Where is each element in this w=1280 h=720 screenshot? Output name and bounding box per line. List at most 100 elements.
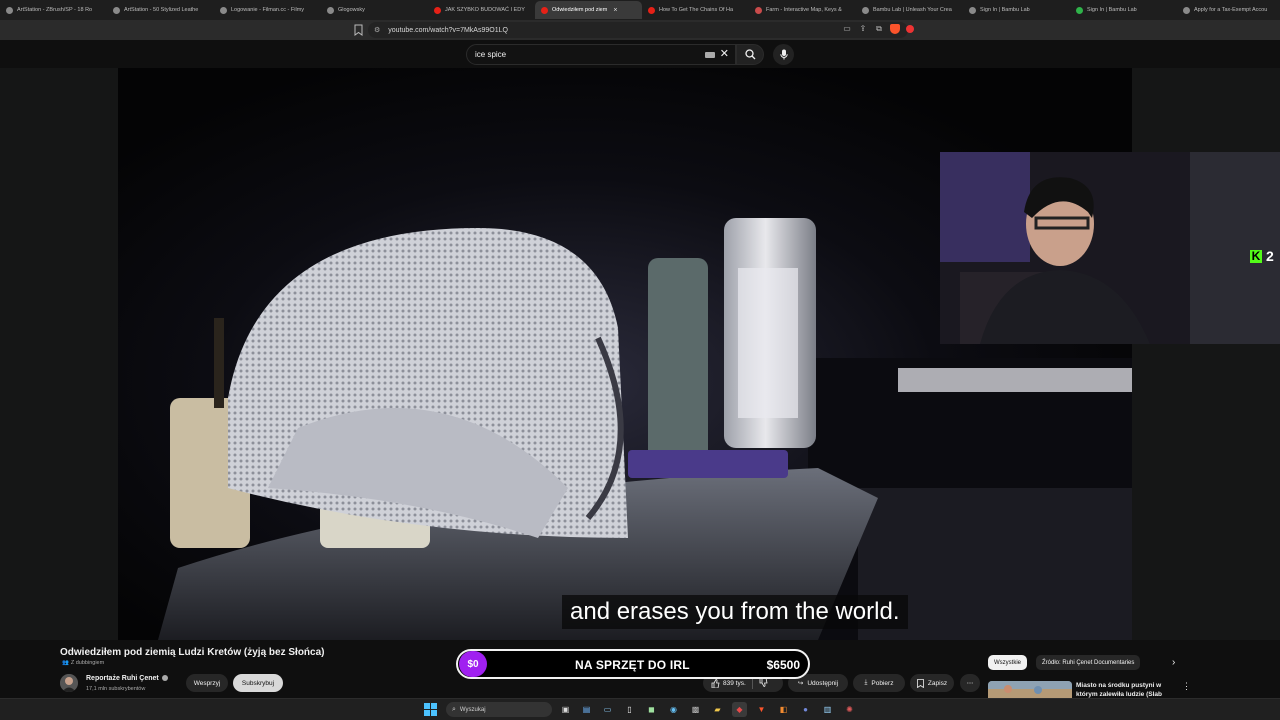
globe-icon <box>969 6 976 14</box>
settings-app-icon[interactable]: ✺ <box>842 702 857 717</box>
terminal-app-icon[interactable]: ▯ <box>622 702 637 717</box>
youtube-icon <box>541 6 548 14</box>
taskbar-search-icon: ⌕ <box>452 705 456 713</box>
brave-rewards-icon[interactable] <box>906 25 914 33</box>
browser-tab-label: ArtStation - ZBrush/SP - 18 Ro <box>17 7 93 13</box>
recommended-title[interactable]: Miasto na środku pustyni w którym zalewi… <box>1076 681 1176 698</box>
browser-tab[interactable]: Bambu Lab | Unleash Your Crea <box>856 1 963 19</box>
search-input-value: ice spice <box>475 50 507 59</box>
browser-tab-label: Bambu Lab | Unleash Your Crea <box>873 7 952 13</box>
youtube-header: ice spice ✕ <box>0 40 1280 68</box>
recommended-thumbnail[interactable] <box>988 681 1072 698</box>
share-label: Udostępnij <box>807 679 839 687</box>
steam-app-icon[interactable]: ◉ <box>666 702 681 717</box>
browser-tab[interactable]: How To Get The Chains Of Ha <box>642 1 749 19</box>
browser-tab-label: Glogowsky <box>338 7 365 13</box>
browser-tab[interactable]: Sign In | Bambu Lab <box>963 1 1070 19</box>
goal-target: $6500 <box>766 658 800 672</box>
bookmark-icon[interactable] <box>354 24 363 36</box>
save-button[interactable]: Zapisz <box>910 674 954 692</box>
kick-viewer-count: 2 <box>1266 248 1274 264</box>
save-label: Zapisz <box>927 679 948 687</box>
thumbs-up-icon <box>711 678 720 688</box>
donation-goal-bar: $0 NA SPRZĘT DO IRL $6500 <box>456 649 810 679</box>
store-app-icon[interactable]: ◼ <box>644 702 659 717</box>
browser-tab-bar: ArtStation - ZBrush/SP - 18 Ro ArtStation… <box>0 0 1280 20</box>
browser-tab-label: Sign In | Bambu Lab <box>1087 7 1137 13</box>
browser-tab[interactable]: JAK SZYBKO BUDOWAĆ I EDY <box>428 1 535 19</box>
site-info-icon[interactable]: ⚙ <box>374 26 380 34</box>
taskbar-search[interactable]: ⌕ Wyszukaj <box>446 702 552 717</box>
chip-all[interactable]: Wszystkie <box>988 655 1027 670</box>
dislike-button[interactable] <box>759 677 768 689</box>
cast-icon[interactable]: ▭ <box>842 24 852 34</box>
like-button[interactable]: 839 tys. <box>711 678 746 688</box>
keyboard-icon[interactable] <box>705 52 715 58</box>
url-field[interactable]: ⚙ youtube.com/watch?v=7MkAs99O1LQ <box>368 22 908 38</box>
brave-shields-icon[interactable] <box>890 24 900 34</box>
dubbing-badge: 👥 Z dubbingiem <box>62 660 104 666</box>
search-input[interactable]: ice spice ✕ <box>466 44 736 65</box>
channel-name-text: Reportaże Ruhi Çenet <box>86 675 159 682</box>
subscriber-count: 17,1 mln subskrybentów <box>86 686 146 692</box>
chip-source[interactable]: Źródło: Ruhi Çenet Documentaries <box>1036 655 1141 670</box>
browser-tab[interactable]: Apply for a Tax-Exempt Accou <box>1177 1 1280 19</box>
download-button[interactable]: ⤓ Pobierz <box>853 674 905 692</box>
goal-label: NA SPRZĘT DO IRL <box>575 658 690 672</box>
brave-app-icon[interactable]: ▼ <box>754 702 769 717</box>
recommended-menu-icon[interactable]: ⋮ <box>1182 681 1191 692</box>
pip-icon[interactable]: ⧉ <box>874 24 884 34</box>
browser-tab-label: Odwiedziłem pod ziem <box>552 7 608 13</box>
globe-icon <box>862 6 869 14</box>
start-button[interactable] <box>424 703 437 716</box>
folder-app-icon[interactable]: ▰ <box>710 702 725 717</box>
kick-icon: K <box>1250 248 1262 263</box>
monitor-app-icon[interactable]: ▭ <box>600 702 615 717</box>
red-app-icon[interactable]: ◆ <box>732 702 747 717</box>
channel-name[interactable]: Reportaże Ruhi Çenet <box>86 675 168 682</box>
more-actions-button[interactable]: ⋯ <box>960 674 980 692</box>
discord-app-icon[interactable]: ● <box>798 702 813 717</box>
bambu-icon <box>1076 6 1083 14</box>
browser-tab[interactable]: ArtStation - 50 Stylized Leathe <box>107 1 214 19</box>
browser-tab[interactable]: Logowanie - Filman.cc - Filmy <box>214 1 321 19</box>
artstation-icon <box>113 6 120 14</box>
chips-next-icon[interactable]: › <box>1172 657 1175 668</box>
channel-avatar[interactable] <box>60 674 78 692</box>
close-tab-icon[interactable]: × <box>613 7 617 14</box>
clear-search-icon[interactable]: ✕ <box>720 47 729 60</box>
share-page-icon[interactable]: ⇪ <box>858 24 868 34</box>
search-button[interactable] <box>736 44 764 65</box>
browser-tab-label: JAK SZYBKO BUDOWAĆ I EDY <box>445 7 525 13</box>
video-player[interactable]: and erases you from the world. K 2 <box>0 68 1280 640</box>
browser-tab-label: Apply for a Tax-Exempt Accou <box>1194 7 1268 13</box>
download-icon: ⤓ <box>864 679 868 686</box>
globe-icon <box>220 6 227 14</box>
globe-icon <box>327 6 334 14</box>
dubbing-label: Z dubbingiem <box>70 660 105 666</box>
video-title: Odwiedziłem pod ziemią Ludzi Kretów (żyj… <box>60 647 325 658</box>
browser-tab[interactable]: Farm - Interactive Map, Keys & <box>749 1 856 19</box>
goal-current: $0 <box>459 651 487 677</box>
screen: ArtStation - ZBrush/SP - 18 Ro ArtStation… <box>0 0 1280 720</box>
join-button[interactable]: Wesprzyj <box>186 674 228 692</box>
browser-tab[interactable]: Glogowsky <box>321 1 428 19</box>
orange-app-icon[interactable]: ◧ <box>776 702 791 717</box>
avatar-image <box>60 674 78 692</box>
subtitle-caption: and erases you from the world. <box>562 595 908 629</box>
media-app-icon[interactable]: ▩ <box>688 702 703 717</box>
explorer-app-icon[interactable]: ▤ <box>579 702 594 717</box>
thumbnail-image <box>988 681 1072 698</box>
youtube-icon <box>434 6 441 14</box>
subscribe-button[interactable]: Subskrybuj <box>233 674 283 692</box>
dubbing-icon: 👥 <box>62 660 69 666</box>
task-view-icon[interactable]: ▣ <box>558 702 573 717</box>
browser-tab[interactable]: Odwiedziłem pod ziem × <box>535 1 642 19</box>
webcam-image <box>940 152 1280 344</box>
kick-viewer-badge: K 2 <box>1250 248 1274 264</box>
browser-tab[interactable]: Sign In | Bambu Lab <box>1070 1 1177 19</box>
browser-tab[interactable]: ArtStation - ZBrush/SP - 18 Ro <box>0 1 107 19</box>
voice-search-button[interactable] <box>773 44 794 65</box>
blue-app-icon[interactable]: ▥ <box>820 702 835 717</box>
browser-tab-label: ArtStation - 50 Stylized Leathe <box>124 7 199 13</box>
